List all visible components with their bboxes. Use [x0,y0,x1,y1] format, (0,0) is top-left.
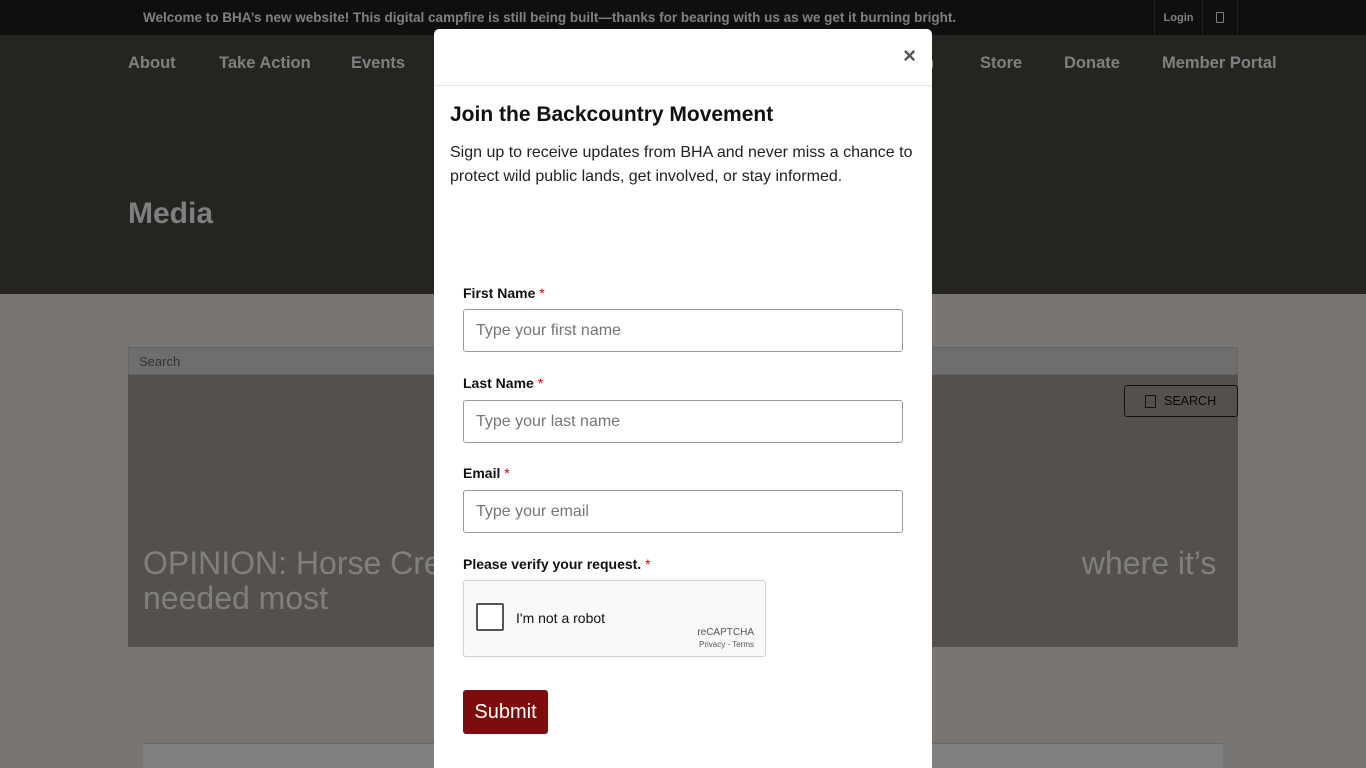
recaptcha-links[interactable]: Privacy - Terms [699,640,754,649]
recaptcha-widget: I'm not a robot reCAPTCHA Privacy - Term… [463,580,766,657]
close-icon[interactable]: × [903,45,916,67]
recaptcha-brand: reCAPTCHA [697,627,754,638]
required-mark: * [537,375,544,391]
required-mark: * [645,556,651,572]
email-field[interactable] [463,490,903,533]
last-name-label-text: Last Name [463,375,534,391]
email-label-text: Email [463,465,501,481]
verify-label: Please verify your request. * [463,556,651,572]
first-name-label: First Name * [463,285,545,301]
required-mark: * [504,465,510,481]
last-name-field[interactable] [463,400,903,443]
last-name-label: Last Name * [463,375,543,391]
submit-button[interactable]: Submit [463,690,548,734]
required-mark: * [539,285,545,301]
recaptcha-label: I'm not a robot [516,610,606,626]
recaptcha-checkbox[interactable] [476,603,504,631]
modal-title: Join the Backcountry Movement [450,103,774,126]
modal-header: × [434,29,932,86]
first-name-label-text: First Name [463,285,536,301]
modal-description: Sign up to receive updates from BHA and … [450,144,913,185]
verify-label-text: Please verify your request. [463,556,642,572]
first-name-field[interactable] [463,309,903,352]
email-label: Email * [463,465,510,481]
signup-modal: × Join the Backcountry Movement Sign up … [434,29,932,768]
